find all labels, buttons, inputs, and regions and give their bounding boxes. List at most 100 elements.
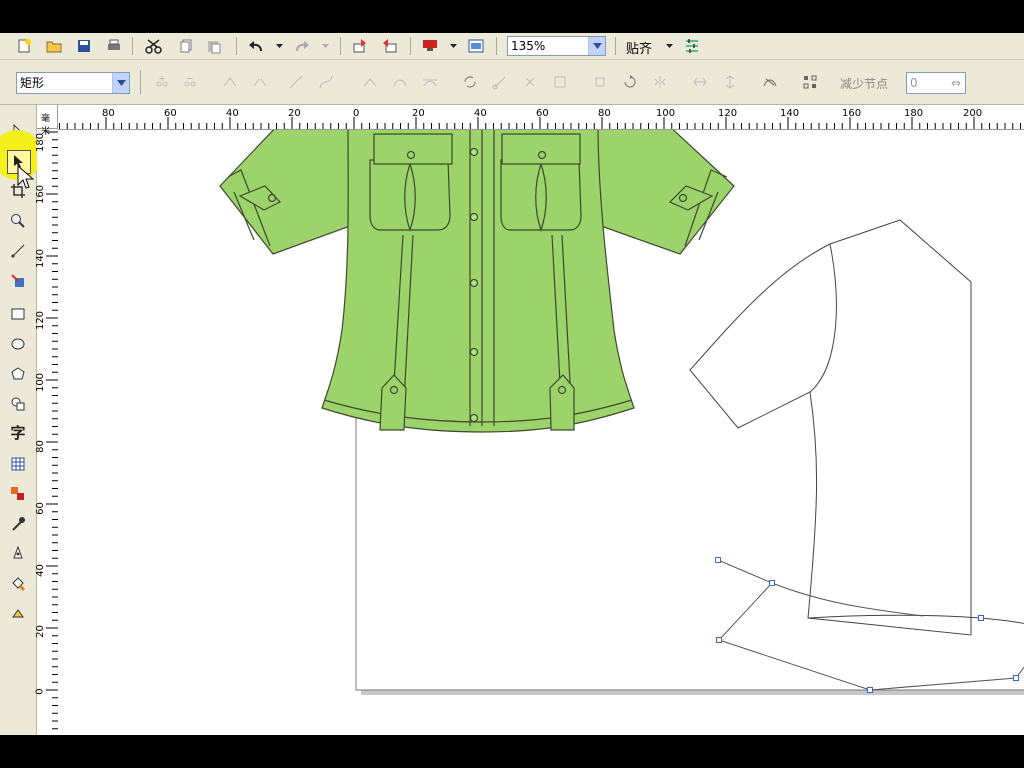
- interactive-fill-tool-icon[interactable]: [7, 603, 29, 625]
- shirt-left-sleeve: [219, 130, 357, 255]
- h-tick-label: 60: [536, 108, 549, 119]
- interactive-blend-tool-icon[interactable]: [7, 483, 29, 505]
- rectangle-tool-icon[interactable]: [7, 303, 29, 325]
- h-tick-label: 80: [102, 108, 115, 119]
- zoom-level-value: 135%: [511, 39, 546, 53]
- import-icon[interactable]: [350, 36, 370, 56]
- cusp-node-icon[interactable]: [360, 72, 380, 92]
- mouse-cursor-icon: [17, 165, 34, 189]
- v-tick-label: 20: [34, 625, 46, 638]
- text-tool-icon[interactable]: 字: [7, 421, 29, 443]
- print-icon[interactable]: [104, 36, 124, 56]
- h-tick-label: 140: [780, 108, 800, 119]
- delete-node-icon[interactable]: [180, 72, 200, 92]
- drawing-canvas[interactable]: [58, 130, 1024, 735]
- property-bar: 矩形 减少节点 0 ⇔: [0, 60, 1024, 105]
- new-document-icon[interactable]: [14, 36, 34, 56]
- bottom-black-bar: [0, 735, 1024, 768]
- h-tick-label: 20: [288, 108, 301, 119]
- redo-icon[interactable]: [292, 36, 312, 56]
- v-tick-label: 60: [34, 502, 46, 515]
- extract-subpath-icon[interactable]: [520, 72, 540, 92]
- h-tick-label: 20: [412, 108, 425, 119]
- undo-icon[interactable]: [246, 36, 266, 56]
- smart-fill-tool-icon[interactable]: [7, 270, 29, 292]
- v-tick-label: 40: [34, 564, 46, 577]
- v-tick-label: 100: [35, 372, 47, 393]
- snap-label[interactable]: 贴齐: [626, 38, 652, 57]
- export-icon[interactable]: [380, 36, 400, 56]
- join-nodes-icon[interactable]: [220, 72, 240, 92]
- reflect-vertical-icon[interactable]: [720, 72, 740, 92]
- spinner-icon: ⇔: [950, 76, 961, 90]
- reduce-nodes-label: 减少节点: [840, 77, 889, 91]
- elastic-mode-icon[interactable]: [760, 72, 780, 92]
- v-tick-label: 160: [35, 184, 47, 205]
- freehand-tool-icon[interactable]: [7, 240, 29, 262]
- table-tool-icon[interactable]: [7, 453, 29, 475]
- copy-icon[interactable]: [176, 36, 196, 56]
- chevron-down-icon: [588, 37, 605, 55]
- reflect-horizontal-icon[interactable]: [690, 72, 710, 92]
- h-tick-label: 40: [474, 108, 487, 119]
- horizontal-ruler-ticks: [43, 117, 1021, 129]
- welcome-screen-icon[interactable]: [466, 36, 486, 56]
- toolbox: 字: [0, 105, 42, 735]
- chevron-down-icon: [112, 73, 129, 93]
- zoom-tool-icon[interactable]: [7, 210, 29, 232]
- ruler-unit: 毫米: [41, 114, 51, 137]
- snap-dropdown-icon[interactable]: [660, 36, 680, 56]
- h-tick-label: 200: [963, 108, 983, 119]
- v-tick-label: 0: [34, 688, 46, 695]
- extend-curve-icon[interactable]: [490, 72, 510, 92]
- h-tick-label: 100: [656, 108, 676, 119]
- symmetrical-node-icon[interactable]: [420, 72, 440, 92]
- v-tick-label: 120: [35, 310, 47, 331]
- undo-dropdown-icon[interactable]: [270, 36, 290, 56]
- launcher-dropdown-icon[interactable]: [444, 36, 464, 56]
- object-type-select[interactable]: 矩形: [16, 72, 130, 94]
- ruler-origin[interactable]: 毫米: [37, 105, 58, 137]
- reduce-nodes-value: 0: [910, 76, 918, 90]
- v-tick-label: 140: [35, 248, 47, 269]
- drawing-surface: [219, 130, 1024, 695]
- application-launcher-icon[interactable]: [420, 36, 440, 56]
- basic-shapes-tool-icon[interactable]: [7, 393, 29, 415]
- object-type-value: 矩形: [20, 76, 45, 90]
- select-all-nodes-icon[interactable]: [800, 72, 820, 92]
- fill-tool-icon[interactable]: [7, 573, 29, 595]
- shirt-right-pocket-flap: [501, 133, 581, 165]
- ellipse-tool-icon[interactable]: [7, 333, 29, 355]
- vertical-ruler-ticks: [46, 131, 58, 730]
- cut-icon[interactable]: [144, 36, 164, 56]
- convert-to-curve-icon[interactable]: [316, 72, 336, 92]
- h-tick-label: 180: [904, 108, 924, 119]
- h-tick-label: 160: [842, 108, 862, 119]
- h-tick-label: 0: [353, 108, 360, 119]
- standard-toolbar: 135% 贴齐: [0, 33, 1024, 60]
- reverse-direction-icon[interactable]: [460, 72, 480, 92]
- redo-dropdown-icon[interactable]: [316, 36, 336, 56]
- vertical-ruler[interactable]: 180 160 140 120 100 80 60 40 20 0: [34, 129, 59, 735]
- polygon-tool-icon[interactable]: [7, 363, 29, 385]
- reduce-nodes-input[interactable]: 0 ⇔: [906, 72, 966, 94]
- options-icon[interactable]: [682, 36, 702, 56]
- save-icon[interactable]: [74, 36, 94, 56]
- horizontal-ruler[interactable]: 80 60 40 20 0 20 40 60 80 100 120 140 16…: [37, 105, 1024, 130]
- rotate-nodes-icon[interactable]: [590, 72, 610, 92]
- reflect-nodes-icon[interactable]: [650, 72, 670, 92]
- open-icon[interactable]: [44, 36, 64, 56]
- paste-icon[interactable]: [204, 36, 224, 56]
- h-tick-label: 80: [598, 108, 611, 119]
- stretch-nodes-icon[interactable]: [550, 72, 570, 92]
- outline-tool-icon[interactable]: [7, 543, 29, 565]
- shirt-body: [321, 130, 635, 433]
- convert-to-line-icon[interactable]: [286, 72, 306, 92]
- add-node-icon[interactable]: [152, 72, 172, 92]
- break-curve-icon[interactable]: [250, 72, 270, 92]
- smooth-node-icon[interactable]: [390, 72, 410, 92]
- align-nodes-icon[interactable]: [620, 72, 640, 92]
- zoom-level-select[interactable]: 135%: [507, 36, 606, 56]
- shirt-left-pocket: [369, 159, 451, 231]
- eyedropper-tool-icon[interactable]: [7, 513, 29, 535]
